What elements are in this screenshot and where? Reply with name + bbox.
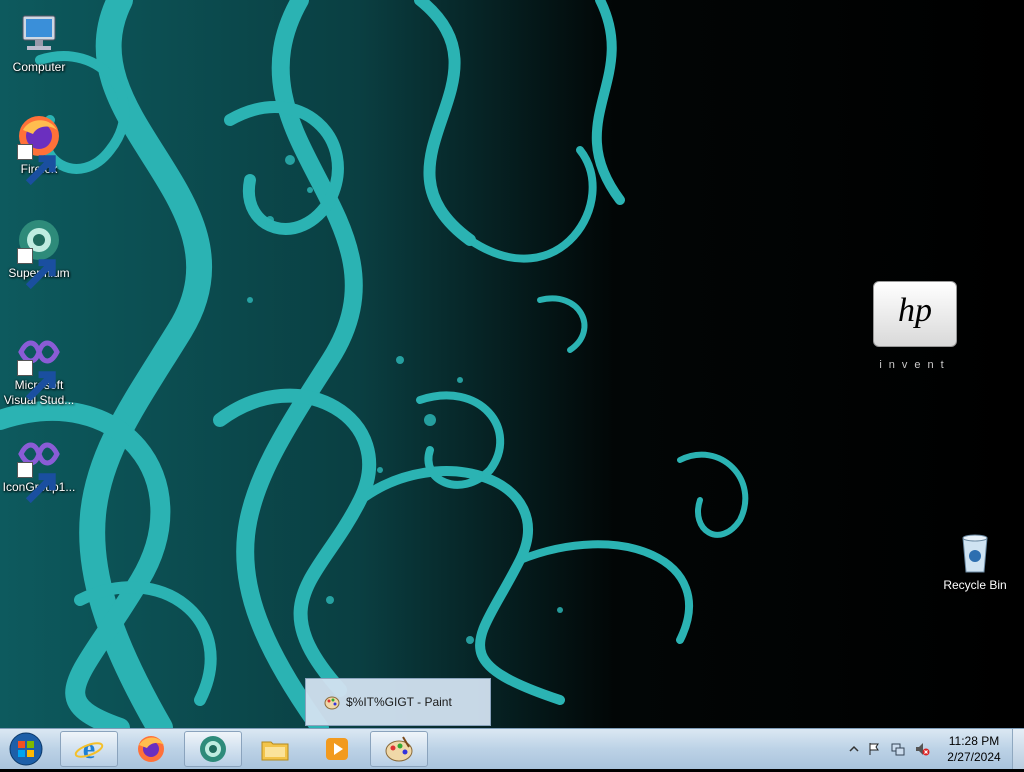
taskbar: e 11:28 PM 2/27/2024	[0, 728, 1024, 769]
taskbar-button-internet-explorer[interactable]: e	[60, 731, 118, 767]
network-icon[interactable]	[890, 741, 906, 757]
paint-icon	[385, 736, 413, 762]
system-clock[interactable]: 11:28 PM 2/27/2024	[944, 733, 1004, 765]
shortcut-arrow-icon	[17, 248, 56, 290]
paint-icon	[324, 696, 340, 710]
firefox-icon	[138, 736, 164, 762]
shortcut-arrow-icon	[17, 360, 56, 402]
volume-muted-icon[interactable]	[914, 741, 930, 757]
taskbar-button-media-player[interactable]	[308, 731, 366, 767]
desktop-icon-computer[interactable]: Computer	[1, 10, 77, 75]
clock-date: 2/27/2024	[947, 750, 1001, 764]
clock-time: 11:28 PM	[948, 734, 1000, 748]
shortcut-arrow-icon	[17, 462, 56, 504]
desktop-icon-icongroup[interactable]: IconGroup1...	[1, 430, 77, 504]
hp-brand-text: hp	[898, 292, 932, 329]
supermium-icon	[15, 216, 63, 290]
desktop-icon-firefox[interactable]: Firefox	[1, 112, 77, 186]
desktop-icon-visual-studio[interactable]: Microsoft Visual Stud...	[1, 328, 77, 408]
windows-orb-icon	[9, 732, 43, 766]
desktop-icon-supermium[interactable]: Supermium	[1, 216, 77, 290]
visual-studio-icon	[15, 328, 63, 402]
action-center-flag-icon[interactable]	[866, 741, 882, 757]
taskbar-thumbnail-popup[interactable]: $%IT%GIGT - Paint	[305, 678, 491, 726]
desktop-icon-recycle-bin[interactable]: Recycle Bin	[937, 528, 1013, 593]
shortcut-arrow-icon	[17, 144, 56, 186]
internet-explorer-icon: e	[74, 734, 104, 765]
desktop: Computer Firefox Supermium Microsoft Vis…	[0, 0, 1024, 728]
taskbar-button-file-explorer[interactable]	[246, 731, 304, 767]
media-player-icon	[326, 738, 348, 760]
supermium-icon	[200, 736, 226, 762]
hp-tagline: invent	[879, 359, 951, 371]
desktop-icon-label: Computer	[12, 60, 66, 74]
show-hidden-icons-chevron-icon[interactable]	[846, 741, 862, 757]
thumbnail-title: $%IT%GIGT - Paint	[346, 695, 452, 709]
folder-icon	[261, 741, 289, 761]
hp-logo-badge: hp	[873, 281, 957, 347]
svg-text:e: e	[83, 734, 95, 765]
firefox-icon	[15, 112, 63, 186]
visual-studio-icon	[15, 430, 63, 504]
taskbar-button-paint[interactable]	[370, 731, 428, 767]
recycle-bin-icon	[951, 528, 999, 576]
wallpaper	[0, 0, 1024, 728]
start-button[interactable]	[4, 731, 48, 767]
taskbar-button-firefox[interactable]	[122, 731, 180, 767]
desktop-icon-label: Recycle Bin	[943, 578, 1007, 592]
hp-logo: hp invent	[873, 281, 957, 371]
show-desktop-button[interactable]	[1012, 729, 1024, 769]
computer-icon	[15, 10, 63, 58]
taskbar-button-supermium[interactable]	[184, 731, 242, 767]
